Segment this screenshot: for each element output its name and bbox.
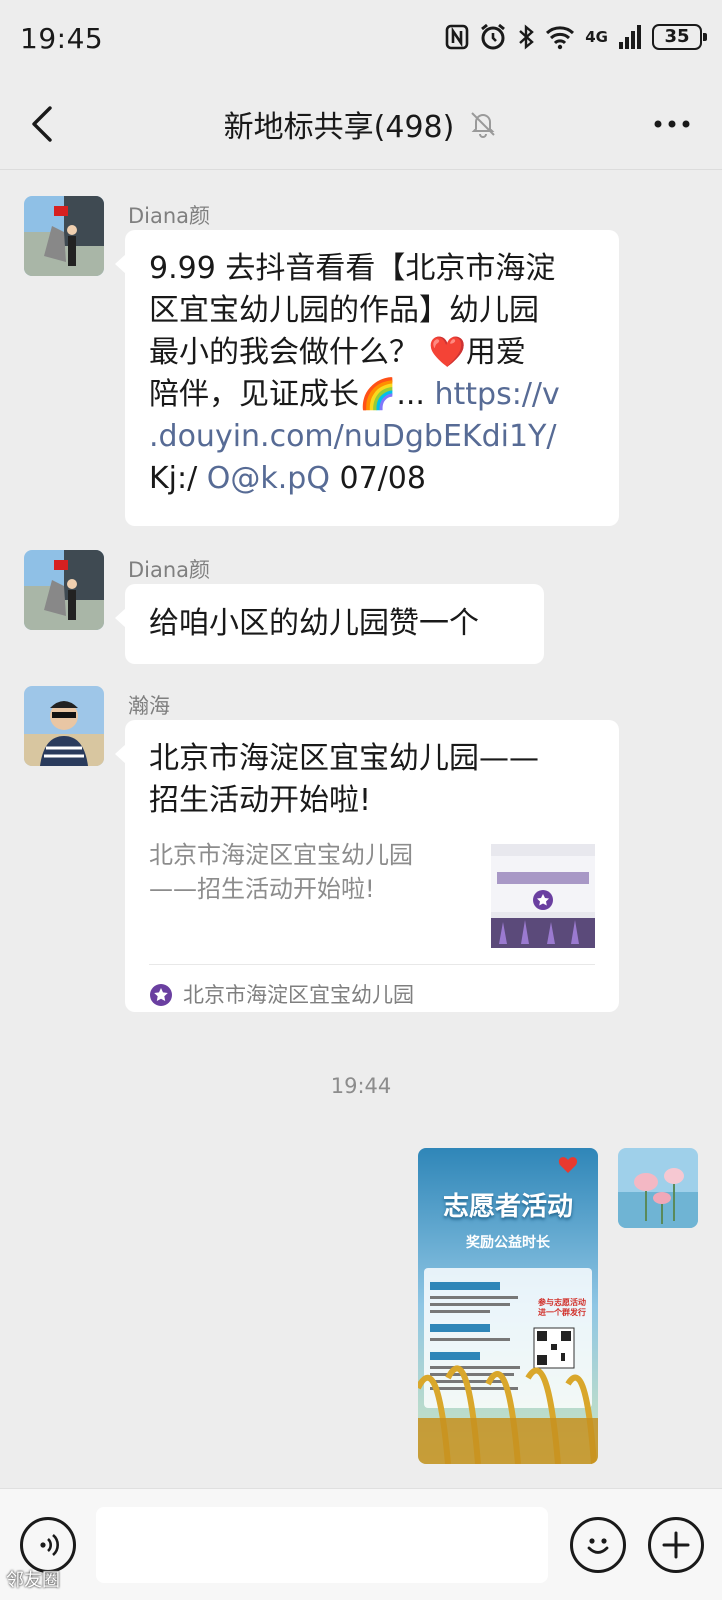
chat-header: 新地标共享(498): [0, 78, 722, 170]
message-bubble[interactable]: 给咱小区的幼儿园赞一个: [115, 584, 544, 664]
message-line: 陪伴，见证成长🌈...: [149, 377, 435, 412]
card-desc-line: ——招生活动开始啦!: [149, 875, 375, 903]
avatar[interactable]: [24, 196, 104, 276]
message-link[interactable]: .douyin.com/nuDgbEKdi1Y/: [149, 419, 557, 454]
message-text: 给咱小区的幼儿园赞一个: [149, 606, 479, 641]
card-title-line: 招生活动开始啦!: [149, 783, 372, 818]
image-message[interactable]: 志愿者活动 奖励公益时长 参与志愿活动 进一个群发行: [418, 1148, 598, 1464]
avatar[interactable]: [24, 686, 104, 766]
card-description: 北京市海淀区宜宝幼儿园 ——招生活动开始啦!: [149, 838, 449, 906]
card-title-line: 北京市海淀区宜宝幼儿园——: [149, 741, 539, 776]
chat-title-bar: 新地标共享(498): [0, 102, 722, 146]
message-line: 07/08: [329, 461, 426, 496]
watermark: 邻友圈: [6, 1570, 60, 1591]
card-title: 北京市海淀区宜宝幼儿园—— 招生活动开始啦!: [149, 738, 595, 822]
message-timestamp: 19:44: [330, 1074, 392, 1098]
poster-join-text: 参与志愿活动 进一个群发行: [530, 1298, 594, 1318]
alarm-icon: [479, 23, 507, 51]
card-thumbnail: [491, 844, 595, 948]
link-card[interactable]: 北京市海淀区宜宝幼儿园—— 招生活动开始啦! 北京市海淀区宜宝幼儿园 ——招生活…: [115, 720, 619, 1012]
network-label: 4G: [585, 28, 608, 46]
signal-icon: 4G: [585, 28, 608, 46]
message-input[interactable]: [96, 1507, 548, 1583]
plus-button[interactable]: [648, 1517, 704, 1573]
voice-button[interactable]: [20, 1517, 76, 1573]
poster-title: 志愿者活动: [442, 1192, 573, 1222]
input-bar: [0, 1488, 722, 1600]
message-line: 区宜宝幼儿园的作品】幼儿园: [149, 293, 539, 328]
battery-icon: 35: [652, 24, 707, 50]
poster-subtitle: 奖励公益时长: [466, 1235, 550, 1251]
message-line: Kj:/: [149, 461, 207, 496]
message-bubble[interactable]: 9.99 去抖音看看【北京市海淀 区宜宝幼儿园的作品】幼儿园 最小的我会做什么？…: [115, 230, 619, 526]
message-line: 9.99 去抖音看看【北京市海淀: [149, 251, 556, 286]
sender-name: Diana颜: [128, 558, 211, 582]
avatar[interactable]: [24, 550, 104, 630]
sender-name: 瀚海: [128, 694, 170, 718]
my-avatar[interactable]: [618, 1148, 698, 1228]
status-bar: 19:45 4G 35: [0, 0, 722, 78]
message-line: 最小的我会做什么？ ❤️用爱: [149, 335, 526, 370]
bell-muted-icon: [471, 112, 496, 138]
plus-icon: [662, 1531, 690, 1559]
more-button[interactable]: [652, 114, 692, 134]
poster-join-line: 进一个群发行: [538, 1308, 586, 1317]
nfc-icon: [445, 24, 469, 50]
kindergarten-logo-icon: [150, 984, 172, 1006]
card-divider: [149, 964, 595, 965]
card-desc-line: 北京市海淀区宜宝幼儿园: [149, 841, 413, 869]
card-source: 北京市海淀区宜宝幼儿园: [183, 983, 414, 1007]
message-code-link[interactable]: O@k.pQ: [207, 461, 330, 496]
more-dots-icon: [654, 120, 690, 128]
poster-join-line: 参与志愿活动: [538, 1298, 586, 1307]
sender-name: Diana颜: [128, 204, 211, 228]
voice-icon: [40, 1534, 59, 1556]
status-icons: 4G 35: [445, 22, 707, 52]
status-time: 19:45: [20, 22, 104, 55]
bluetooth-icon: [517, 23, 535, 51]
wifi-icon: [545, 24, 575, 50]
message-link[interactable]: https://v: [435, 377, 560, 412]
card-source-row: 北京市海淀区宜宝幼儿园: [149, 974, 414, 1016]
message-text: 9.99 去抖音看看【北京市海淀 区宜宝幼儿园的作品】幼儿园 最小的我会做什么？…: [149, 248, 595, 500]
emoji-button[interactable]: [570, 1517, 626, 1573]
emoji-icon: [587, 1538, 609, 1554]
chat-title[interactable]: 新地标共享(498): [224, 102, 455, 146]
signal-bars-icon: [618, 24, 642, 50]
